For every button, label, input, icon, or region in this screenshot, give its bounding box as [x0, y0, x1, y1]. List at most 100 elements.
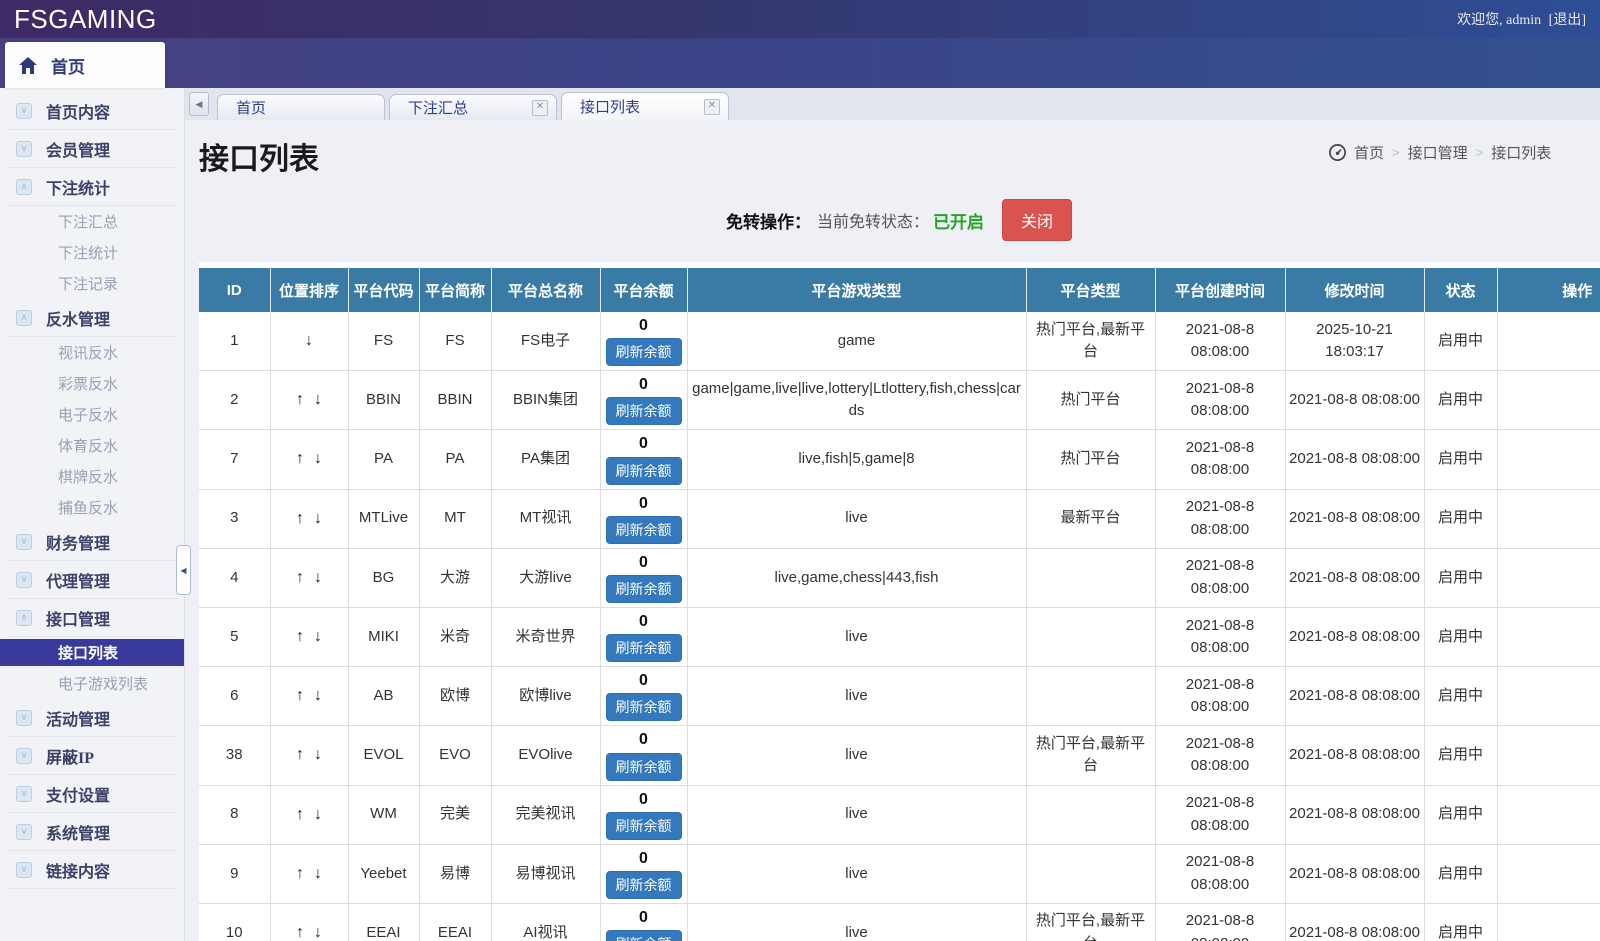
sidebar-group-首页内容[interactable]: ∨首页内容 [6, 92, 178, 130]
column-header-平台游戏类型: 平台游戏类型 [687, 268, 1026, 312]
column-header-修改时间: 修改时间 [1285, 268, 1424, 312]
sidebar-group-链接内容[interactable]: ∨链接内容 [6, 851, 178, 889]
sort-down-arrow-icon[interactable]: ↓ [314, 510, 322, 527]
cell-sort: ↑↓ [270, 726, 348, 785]
sort-up-arrow-icon[interactable]: ↑ [296, 569, 304, 586]
refresh-balance-button[interactable]: 刷新余额 [606, 753, 682, 781]
sidebar-item-下注汇总[interactable]: 下注汇总 [0, 206, 184, 237]
sidebar-item-电子游戏列表[interactable]: 电子游戏列表 [0, 668, 184, 699]
cell-status: 启用中 [1424, 785, 1497, 844]
sidebar-group-屏蔽IP[interactable]: ∨屏蔽IP [6, 737, 178, 775]
column-header-平台代码: 平台代码 [348, 268, 419, 312]
tab-label: 首页 [236, 97, 376, 118]
sort-up-arrow-icon[interactable]: ↑ [296, 865, 304, 882]
cell-sort: ↑↓ [270, 785, 348, 844]
sidebar-item-下注记录[interactable]: 下注记录 [0, 268, 184, 299]
breadcrumb-item-接口管理[interactable]: 接口管理 [1408, 142, 1468, 163]
sort-up-arrow-icon[interactable]: ↑ [296, 628, 304, 645]
cell-modified-time: 2021-08-8 08:08:00 [1285, 489, 1424, 548]
sidebar-item-接口列表[interactable]: 接口列表 [0, 639, 184, 666]
chevron-down-icon: ∨ [16, 103, 32, 119]
sidebar-item-彩票反水[interactable]: 彩票反水 [0, 368, 184, 399]
sidebar-item-电子反水[interactable]: 电子反水 [0, 399, 184, 430]
cell-created-time: 2021-08-8 08:08:00 [1155, 371, 1285, 430]
sidebar-collapse-handle[interactable]: ◀ [176, 545, 191, 595]
secondary-nav-band [0, 38, 1600, 88]
tab-scroll-left-icon[interactable]: ◀ [189, 92, 209, 116]
cell-balance: 0刷新余额 [600, 903, 687, 941]
refresh-balance-button[interactable]: 刷新余额 [606, 812, 682, 840]
cell-id: 38 [199, 726, 270, 785]
column-header-操作: 操作 [1497, 268, 1600, 312]
status-badge: 已开启 [933, 208, 984, 233]
refresh-balance-button[interactable]: 刷新余额 [606, 575, 682, 603]
sort-up-arrow-icon[interactable]: ↑ [296, 924, 304, 941]
sort-down-arrow-icon[interactable]: ↓ [314, 687, 322, 704]
cell-balance: 0刷新余额 [600, 548, 687, 607]
sort-up-arrow-icon[interactable]: ↑ [296, 510, 304, 527]
cell-game-types: game|game,live|live,lottery|Ltlottery,fi… [687, 371, 1026, 430]
tab-close-icon[interactable]: ✕ [532, 100, 548, 116]
content-area: ◀ 首页下注汇总✕接口列表✕ 接口列表 首页>接口管理>接口列表 免转操作： 当… [185, 88, 1600, 941]
sort-up-arrow-icon[interactable]: ↑ [296, 687, 304, 704]
sort-up-arrow-icon[interactable]: ↑ [296, 746, 304, 763]
refresh-balance-button[interactable]: 刷新余额 [606, 634, 682, 662]
breadcrumb-item-首页[interactable]: 首页 [1354, 142, 1384, 163]
sort-down-arrow-icon[interactable]: ↓ [314, 806, 322, 823]
tab-下注汇总[interactable]: 下注汇总 ✕ [389, 94, 557, 120]
sidebar-item-棋牌反水[interactable]: 棋牌反水 [0, 461, 184, 492]
sidebar-group-系统管理[interactable]: ∨系统管理 [6, 813, 178, 851]
refresh-balance-button[interactable]: 刷新余额 [606, 397, 682, 425]
cell-game-types: live [687, 607, 1026, 666]
cell-game-types: live [687, 844, 1026, 903]
sidebar-group-会员管理[interactable]: ∨会员管理 [6, 130, 178, 168]
sort-down-arrow-icon[interactable]: ↓ [314, 746, 322, 763]
sidebar-group-财务管理[interactable]: ∨财务管理 [6, 523, 178, 561]
sort-down-arrow-icon[interactable]: ↓ [305, 332, 313, 349]
refresh-balance-button[interactable]: 刷新余额 [606, 871, 682, 899]
sort-down-arrow-icon[interactable]: ↓ [314, 924, 322, 941]
refresh-balance-button[interactable]: 刷新余额 [606, 516, 682, 544]
sidebar-group-接口管理[interactable]: ∧接口管理 [6, 599, 178, 637]
cell-platform-type [1026, 607, 1155, 666]
sort-down-arrow-icon[interactable]: ↓ [314, 391, 322, 408]
sort-down-arrow-icon[interactable]: ↓ [314, 450, 322, 467]
sidebar-group-代理管理[interactable]: ∨代理管理 [6, 561, 178, 599]
refresh-balance-button[interactable]: 刷新余额 [606, 693, 682, 721]
logout-link[interactable]: [退出] [1549, 13, 1586, 28]
sort-up-arrow-icon[interactable]: ↑ [296, 806, 304, 823]
sort-down-arrow-icon[interactable]: ↓ [314, 865, 322, 882]
sidebar-item-下注统计[interactable]: 下注统计 [0, 237, 184, 268]
sort-down-arrow-icon[interactable]: ↓ [314, 628, 322, 645]
sidebar-item-视讯反水[interactable]: 视讯反水 [0, 337, 184, 368]
refresh-balance-button[interactable]: 刷新余额 [606, 930, 682, 941]
refresh-balance-button[interactable]: 刷新余额 [606, 457, 682, 485]
sort-down-arrow-icon[interactable]: ↓ [314, 569, 322, 586]
cell-balance: 0刷新余额 [600, 844, 687, 903]
platform-table: ID位置排序平台代码平台简称平台总名称平台余额平台游戏类型平台类型平台创建时间修… [199, 268, 1600, 941]
cell-platform-full-name: BBIN集团 [491, 371, 600, 430]
close-transfer-button[interactable]: 关闭 [1002, 199, 1072, 241]
sort-up-arrow-icon[interactable]: ↑ [296, 391, 304, 408]
cell-platform-short-name: MT [419, 489, 491, 548]
cell-platform-full-name: 大游live [491, 548, 600, 607]
sidebar: ∨首页内容∨会员管理∧下注统计下注汇总下注统计下注记录∧反水管理视讯反水彩票反水… [0, 88, 185, 941]
cell-id: 6 [199, 667, 270, 726]
sidebar-group-下注统计[interactable]: ∧下注统计 [6, 168, 178, 206]
tab-接口列表[interactable]: 接口列表✕ [561, 92, 729, 120]
refresh-balance-button[interactable]: 刷新余额 [606, 338, 682, 366]
sidebar-item-捕鱼反水[interactable]: 捕鱼反水 [0, 492, 184, 523]
sort-up-arrow-icon[interactable]: ↑ [296, 450, 304, 467]
cell-status: 启用中 [1424, 430, 1497, 489]
cell-platform-type [1026, 667, 1155, 726]
sidebar-group-反水管理[interactable]: ∧反水管理 [6, 299, 178, 337]
tab-close-icon[interactable]: ✕ [704, 99, 720, 115]
cell-id: 9 [199, 844, 270, 903]
sidebar-group-支付设置[interactable]: ∨支付设置 [6, 775, 178, 813]
cell-sort: ↑↓ [270, 489, 348, 548]
sidebar-item-体育反水[interactable]: 体育反水 [0, 430, 184, 461]
sidebar-group-活动管理[interactable]: ∨活动管理 [6, 699, 178, 737]
tab-首页[interactable]: 首页 [217, 94, 385, 120]
topnav-item-home[interactable]: 首页 [5, 42, 165, 88]
tab-label: 下注汇总 [408, 97, 524, 118]
